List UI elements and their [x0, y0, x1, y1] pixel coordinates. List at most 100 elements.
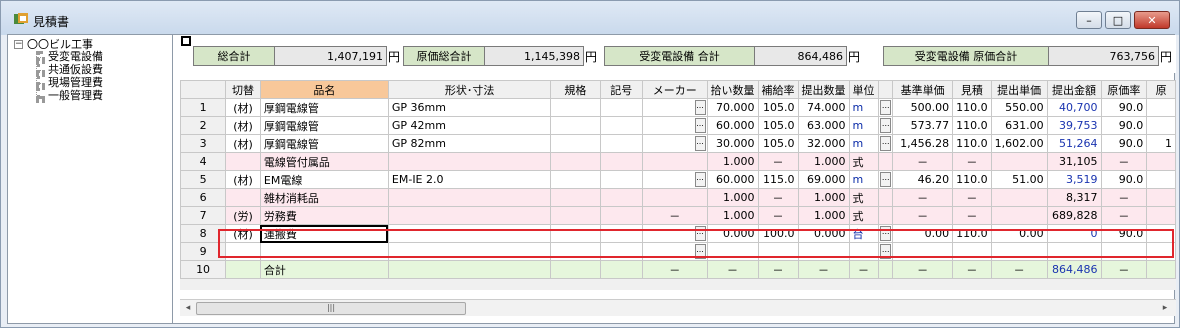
cell-shape[interactable]: GP 36mm [387, 98, 552, 117]
cell-cost-rate[interactable]: － [1100, 152, 1148, 171]
scroll-right-icon[interactable]: ▸ [1158, 302, 1172, 315]
cell-submit-price[interactable]: 51.00 [990, 170, 1048, 189]
maker-lookup-button[interactable]: ... [694, 100, 706, 115]
cell-qty[interactable]: 1.000 [706, 188, 759, 207]
scroll-thumb[interactable]: ||| [196, 302, 466, 315]
table-row[interactable]: 2 (材) 厚鋼電線管 GP 42mm... 60.000 105.0 63.000 m...… [180, 116, 1176, 135]
table-row[interactable]: 5 (材) EM電線 EM-IE 2.0... 60.000 115.0 69.000 m..… [180, 170, 1176, 189]
cell-unit[interactable]: m [848, 170, 879, 189]
unit-lookup-button[interactable]: ... [880, 172, 892, 187]
cell-estimate[interactable]: － [952, 260, 992, 279]
cell-shape[interactable] [387, 206, 552, 225]
table-row[interactable]: 4 電線管付属品 1.000 － 1.000 式－－ 31,105 － [180, 152, 1176, 171]
cell-submit-qty[interactable]: 1.000 [797, 206, 850, 225]
cell-submit-amount[interactable]: 40,700 [1046, 98, 1102, 117]
cell-unit-button[interactable] [877, 206, 894, 225]
cell-unit-button[interactable] [877, 152, 894, 171]
cell-submit-amount[interactable]: 3,519 [1046, 170, 1102, 189]
cell-submit-amount[interactable]: 864,486 [1046, 260, 1102, 279]
cell-base-price[interactable]: － [892, 260, 954, 279]
cell-item-name[interactable]: 厚鋼電線管 [259, 98, 389, 117]
unit-lookup-button[interactable]: ... [880, 100, 892, 115]
cell-cost[interactable] [1146, 260, 1176, 279]
cell-cost[interactable] [1146, 188, 1176, 207]
cell-shape[interactable] [387, 152, 552, 171]
cell-cost-rate[interactable]: 90.0 [1100, 170, 1148, 189]
unit-lookup-button[interactable]: ... [880, 136, 892, 151]
col-header-cost-rate[interactable]: 原価率 [1100, 80, 1148, 99]
cell-symbol[interactable] [599, 188, 644, 207]
cell-submit-amount[interactable]: 689,828 [1046, 206, 1102, 225]
cell-estimate[interactable]: 110.0 [952, 170, 992, 189]
cell-cost-rate[interactable]: 90.0 [1100, 134, 1148, 153]
cell-cost[interactable] [1146, 206, 1176, 225]
col-header-cost[interactable]: 原 [1146, 80, 1176, 99]
cell-supply-rate[interactable]: 105.0 [757, 98, 799, 117]
cell-estimate[interactable]: 110.0 [952, 116, 992, 135]
cell-spec[interactable] [550, 170, 601, 189]
cell-estimate[interactable]: 110.0 [952, 98, 992, 117]
cell-estimate[interactable]: － [952, 206, 992, 225]
cell-maker[interactable] [642, 188, 708, 207]
cell-unit[interactable]: 式 [848, 188, 879, 207]
col-header-shape[interactable]: 形状･寸法 [387, 80, 552, 99]
cell-item-name[interactable]: 労務費 [259, 206, 389, 225]
cell-submit-qty[interactable]: 63.000 [797, 116, 850, 135]
cell-submit-qty[interactable]: 1.000 [797, 152, 850, 171]
cell-cost[interactable] [1146, 152, 1176, 171]
cell-unit[interactable]: m [848, 98, 879, 117]
cell-unit[interactable]: m [848, 134, 879, 153]
maker-lookup-button[interactable]: ... [694, 118, 706, 133]
cell-spec[interactable] [550, 98, 601, 117]
cell-cost[interactable]: 1 [1146, 134, 1176, 153]
unit-lookup-button[interactable]: ... [880, 118, 892, 133]
cell-maker[interactable]: － [642, 260, 708, 279]
col-header-submit-qty[interactable]: 提出数量 [797, 80, 850, 99]
cell-maker[interactable]: ... [642, 134, 708, 153]
cell-supply-rate[interactable]: － [757, 188, 799, 207]
cell-symbol[interactable] [599, 170, 644, 189]
cell-shape[interactable]: EM-IE 2.0 [387, 170, 552, 189]
cell-shape[interactable] [387, 260, 552, 279]
maker-lookup-button[interactable]: ... [694, 172, 706, 187]
cell-base-price[interactable]: － [892, 152, 954, 171]
col-header-item-name[interactable]: 品名 [259, 80, 389, 99]
cell-qty[interactable]: － [706, 260, 759, 279]
cell-base-price[interactable]: － [892, 188, 954, 207]
cell-maker[interactable] [642, 152, 708, 171]
cell-qty[interactable]: 60.000 [706, 116, 759, 135]
tree-item-jyuhenden[interactable]: 受変電設備 [48, 51, 103, 63]
cell-supply-rate[interactable]: － [757, 206, 799, 225]
cell-base-price[interactable]: 573.77 [892, 116, 954, 135]
cell-estimate[interactable]: － [952, 152, 992, 171]
col-header-unit[interactable]: 単位 [848, 80, 879, 99]
cell-maker[interactable]: ... [642, 98, 708, 117]
cell-supply-rate[interactable]: － [757, 260, 799, 279]
cell-maker[interactable]: ... [642, 170, 708, 189]
cell-unit-button[interactable]: ... [877, 134, 894, 153]
col-header-base-price[interactable]: 基準単価 [892, 80, 954, 99]
cell-switch[interactable] [225, 260, 261, 279]
cell-cost-rate[interactable]: 90.0 [1100, 98, 1148, 117]
cell-qty[interactable]: 1.000 [706, 152, 759, 171]
cell-unit[interactable]: 式 [848, 152, 879, 171]
cell-spec[interactable] [550, 116, 601, 135]
cell-switch[interactable]: (材) [225, 98, 261, 117]
cell-maker[interactable]: － [642, 206, 708, 225]
cell-submit-price[interactable] [990, 152, 1048, 171]
maker-lookup-button[interactable]: ... [694, 136, 706, 151]
cell-symbol[interactable] [599, 116, 644, 135]
cell-unit[interactable]: － [848, 260, 879, 279]
cell-item-name[interactable]: 厚鋼電線管 [259, 134, 389, 153]
cell-unit[interactable]: 式 [848, 206, 879, 225]
cell-base-price[interactable]: － [892, 206, 954, 225]
col-header-supply-rate[interactable]: 補給率 [757, 80, 799, 99]
cell-base-price[interactable]: 1,456.28 [892, 134, 954, 153]
cell-symbol[interactable] [599, 206, 644, 225]
cell-estimate[interactable]: 110.0 [952, 134, 992, 153]
cell-submit-amount[interactable]: 39,753 [1046, 116, 1102, 135]
tree-item-genbakanri[interactable]: 現場管理費 [48, 77, 103, 89]
cell-spec[interactable] [550, 152, 601, 171]
cell-base-price[interactable]: 500.00 [892, 98, 954, 117]
tree-item-ippankanri[interactable]: 一般管理費 [48, 90, 103, 102]
